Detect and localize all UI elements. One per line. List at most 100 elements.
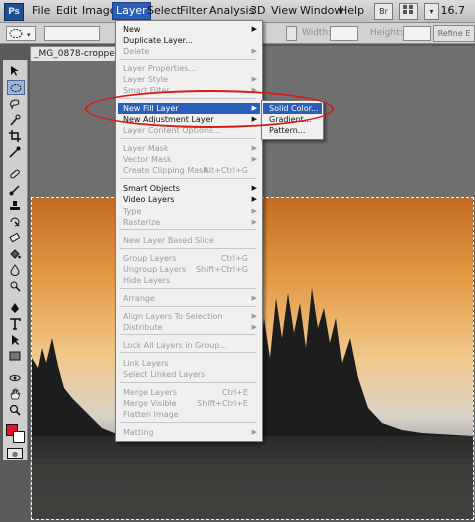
dodge-tool[interactable]	[7, 279, 23, 292]
layer-menu-item-smart-objects[interactable]: Smart Objects ▶	[118, 183, 260, 194]
height-field[interactable]	[403, 26, 431, 41]
layer-menu-item-smart-filter[interactable]: Smart Filter ▶	[118, 85, 260, 96]
paint-bucket-tool[interactable]	[7, 247, 23, 260]
layer-menu-item-group-layers[interactable]: Group Layers Ctrl+G	[118, 253, 260, 264]
healing-icon	[10, 169, 20, 178]
eyedropper-tool[interactable]	[7, 145, 23, 158]
zoom-level[interactable]: 16.7	[441, 3, 466, 19]
layer-menu-item-new[interactable]: New ▶	[118, 24, 260, 35]
lasso-tool[interactable]	[7, 97, 23, 110]
refine-edge-button[interactable]: Refine E	[433, 25, 475, 42]
quick-select-tool[interactable]	[7, 113, 23, 126]
history-brush-icon	[10, 217, 20, 227]
3d-rotate-tool[interactable]	[7, 371, 23, 384]
menu-item-label: Video Layers	[123, 195, 175, 204]
layer-menu-item-type[interactable]: Type ▶	[118, 206, 260, 217]
type-icon	[10, 317, 21, 330]
menu-view[interactable]: View	[268, 3, 300, 19]
menu-item-shortcut: Shift+Ctrl+E	[197, 399, 248, 408]
layer-menu-item-merge-visible[interactable]: Merge Visible Shift+Ctrl+E	[118, 398, 260, 409]
shape-tool[interactable]	[7, 349, 23, 362]
menu-edit[interactable]: Edit	[53, 3, 80, 19]
layer-menu-item-layer-properties[interactable]: Layer Properties...	[118, 63, 260, 74]
hand-tool[interactable]	[7, 387, 23, 400]
menu-item-shortcut: Shift+Ctrl+G	[195, 265, 248, 274]
fill-layer-submenu: Solid Color... Gradient... Pattern...	[261, 100, 324, 140]
background-color-swatch[interactable]	[13, 431, 25, 443]
type-tool[interactable]	[7, 317, 23, 330]
pen-tool[interactable]	[7, 301, 23, 314]
crop-tool[interactable]	[7, 129, 23, 142]
layer-menu-item-layer-content-options[interactable]: Layer Content Options...	[118, 125, 260, 136]
layer-menu-item-select-linked-layers[interactable]: Select Linked Layers	[118, 369, 260, 380]
bucket-icon	[10, 248, 21, 259]
layer-menu-item-hide-layers[interactable]: Hide Layers	[118, 275, 260, 286]
layer-menu-item-flatten-image[interactable]: Flatten Image	[118, 409, 260, 420]
submenu-arrow-icon: ▶	[251, 47, 257, 55]
fill-submenu-item-gradient[interactable]: Gradient...	[263, 114, 322, 125]
menu-item-label: Layer Mask	[123, 144, 169, 153]
healing-tool[interactable]	[7, 167, 23, 180]
marquee-tool[interactable]	[7, 80, 25, 95]
blur-icon	[10, 263, 20, 276]
menu-separator	[120, 98, 256, 99]
layer-menu-item-align-layers-to-selection[interactable]: Align Layers To Selection ▶	[118, 311, 260, 322]
layer-menu-item-link-layers[interactable]: Link Layers	[118, 358, 260, 369]
layer-menu-item-distribute[interactable]: Distribute ▶	[118, 322, 260, 333]
fill-submenu-item-solid-color[interactable]: Solid Color...	[263, 103, 322, 114]
fill-submenu-item-pattern[interactable]: Pattern...	[263, 125, 322, 136]
selection-mode-buttons[interactable]	[44, 26, 100, 41]
path-select-tool[interactable]	[7, 333, 23, 346]
blur-tool[interactable]	[7, 263, 23, 276]
layer-menu-item-merge-layers[interactable]: Merge Layers Ctrl+E	[118, 387, 260, 398]
path-select-icon	[12, 334, 19, 345]
layer-menu-item-layer-style[interactable]: Layer Style ▶	[118, 74, 260, 85]
layer-menu-item-video-layers[interactable]: Video Layers ▶	[118, 194, 260, 205]
history-brush-tool[interactable]	[7, 215, 23, 228]
shape-icon	[9, 351, 21, 360]
layer-menu-item-new-adjustment-layer[interactable]: New Adjustment Layer ▶	[118, 114, 260, 125]
layer-menu-item-rasterize[interactable]: Rasterize ▶	[118, 217, 260, 228]
layer-menu-item-new-layer-based-slice[interactable]: New Layer Based Slice	[118, 235, 260, 246]
layer-menu-item-layer-mask[interactable]: Layer Mask ▶	[118, 143, 260, 154]
eraser-tool[interactable]	[7, 231, 23, 244]
layer-menu-item-matting[interactable]: Matting ▶	[118, 427, 260, 438]
layer-menu-item-new-fill-layer[interactable]: New Fill Layer ▶	[118, 103, 260, 114]
extras-icon[interactable]	[399, 3, 418, 20]
bridge-icon[interactable]: Br	[374, 3, 393, 20]
photoshop-logo: Ps	[4, 3, 24, 21]
menu-3d[interactable]: 3D	[247, 3, 268, 19]
layer-menu-item-ungroup-layers[interactable]: Ungroup Layers Shift+Ctrl+G	[118, 264, 260, 275]
zoom-tool[interactable]	[7, 403, 23, 416]
layer-menu-item-lock-all-layers-in-group[interactable]: Lock All Layers in Group...	[118, 340, 260, 351]
width-field[interactable]	[330, 26, 358, 41]
menu-item-label: New Adjustment Layer	[123, 115, 214, 124]
zoom-dropdown-icon[interactable]: ▾	[424, 3, 439, 20]
layer-menu-item-create-clipping-mask[interactable]: Create Clipping Mask Alt+Ctrl+G	[118, 165, 260, 176]
brush-tool[interactable]	[7, 183, 23, 196]
menu-separator	[120, 288, 256, 289]
menu-file[interactable]: File	[29, 3, 53, 19]
menu-item-label: Merge Layers	[123, 388, 177, 397]
submenu-arrow-icon: ▶	[251, 86, 257, 94]
submenu-arrow-icon: ▶	[251, 184, 257, 192]
menu-item-label: Merge Visible	[123, 399, 177, 408]
menu-item-label: Select Linked Layers	[123, 370, 206, 379]
clone-stamp-tool[interactable]	[7, 199, 23, 212]
menu-help[interactable]: Help	[336, 3, 367, 19]
move-tool[interactable]	[7, 64, 23, 77]
layer-menu-item-duplicate-layer[interactable]: Duplicate Layer...	[118, 35, 260, 46]
submenu-item-label: Pattern...	[269, 126, 306, 135]
menu-item-label: Vector Mask	[123, 155, 172, 164]
style-dropdown[interactable]	[286, 26, 297, 41]
layer-menu-item-vector-mask[interactable]: Vector Mask ▶	[118, 154, 260, 165]
mask-circle-icon	[12, 451, 18, 458]
tool-preset-picker[interactable]: ▾	[6, 26, 36, 41]
quick-mask-icon[interactable]	[7, 448, 23, 459]
menu-item-label: Align Layers To Selection	[123, 312, 223, 321]
dodge-icon	[10, 281, 21, 292]
submenu-arrow-icon: ▶	[251, 428, 257, 436]
menu-item-label: Smart Objects	[123, 184, 180, 193]
layer-menu-item-delete[interactable]: Delete ▶	[118, 46, 260, 57]
layer-menu-item-arrange[interactable]: Arrange ▶	[118, 293, 260, 304]
